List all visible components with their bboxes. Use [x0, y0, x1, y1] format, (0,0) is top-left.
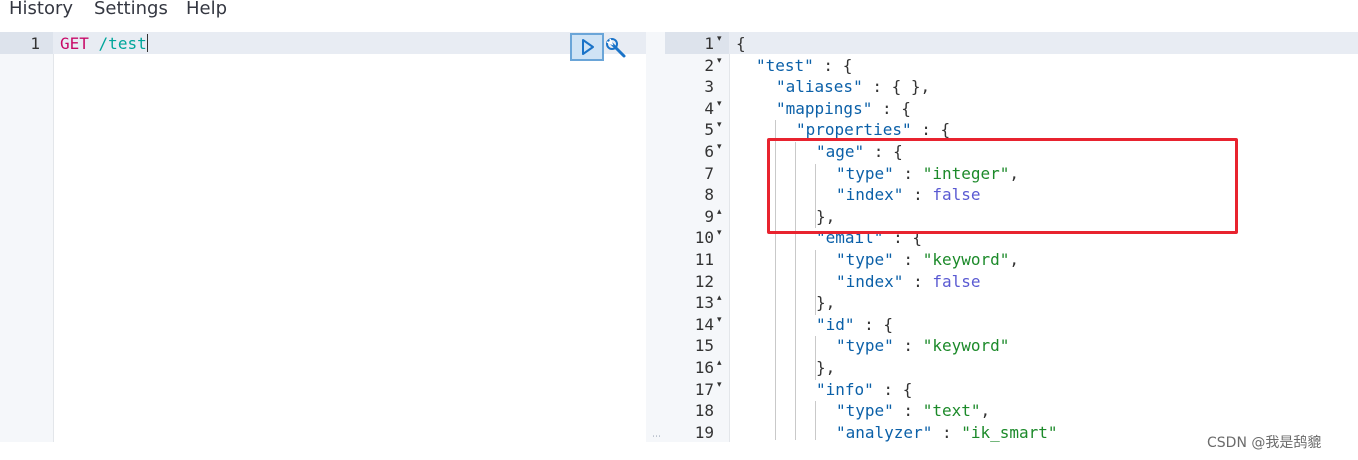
line-number: 5	[704, 120, 714, 140]
json-punctuation: ,	[1009, 250, 1020, 269]
json-line[interactable]: "analyzer" : "ik_smart"	[836, 423, 1058, 445]
json-line[interactable]: {	[736, 34, 746, 56]
json-line[interactable]: "mappings" : {	[776, 99, 911, 121]
json-line[interactable]: "info" : {	[816, 380, 912, 402]
json-punctuation: : {	[872, 98, 911, 118]
fold-toggle-icon[interactable]: ▾	[717, 56, 722, 66]
json-key: "aliases"	[776, 77, 863, 97]
json-key: "properties"	[796, 120, 912, 140]
json-punctuation: : {	[813, 55, 853, 75]
response-active-line	[665, 32, 1358, 54]
response-editor[interactable]: 1 ▾{2 ▾ "test" : {3 "aliases" : { }, 4 ▾ "mappi…	[665, 32, 1358, 442]
request-line[interactable]: GET /test	[60, 34, 148, 53]
menu-help[interactable]: Help	[186, 0, 227, 19]
json-key: "index"	[836, 271, 904, 291]
json-key: "id"	[816, 314, 855, 334]
json-line[interactable]: "type" : "keyword",	[836, 250, 1019, 272]
json-string: "text"	[922, 401, 981, 421]
json-key: "mappings"	[776, 98, 873, 118]
play-icon	[582, 39, 594, 55]
line-number: 11	[694, 250, 714, 269]
request-editor[interactable]: 1 GET /test	[0, 32, 646, 442]
line-number: 2	[704, 55, 714, 75]
wrench-icon	[606, 38, 626, 58]
unfold-marker-icon[interactable]: ▴	[717, 207, 722, 217]
json-key: "test"	[756, 55, 814, 75]
json-boolean: false	[932, 271, 981, 291]
json-string: "keyword"	[922, 336, 1010, 356]
json-punctuation: },	[816, 293, 836, 313]
json-key: "type"	[836, 250, 894, 269]
json-punctuation: :	[893, 336, 923, 356]
line-number: 8	[704, 185, 714, 205]
json-line[interactable]: "index" : false	[836, 272, 981, 294]
json-line[interactable]: },	[816, 293, 835, 315]
json-punctuation: :	[932, 422, 962, 442]
unfold-marker-icon[interactable]: ▴	[717, 293, 722, 303]
json-line[interactable]: },	[816, 358, 835, 380]
menu-settings[interactable]: Settings	[94, 0, 168, 19]
json-punctuation: : { },	[862, 77, 931, 97]
json-punctuation: :	[893, 250, 923, 269]
fold-toggle-icon[interactable]: ▾	[717, 380, 722, 390]
request-path: /test	[98, 34, 147, 53]
fold-toggle-icon[interactable]: ▾	[717, 120, 722, 130]
menu-history[interactable]: History	[9, 0, 73, 19]
request-method: GET	[60, 34, 89, 53]
fold-toggle-icon[interactable]: ▾	[717, 99, 722, 109]
line-number: 6	[704, 142, 714, 161]
line-number: 10	[694, 228, 714, 248]
json-punctuation: ,	[980, 401, 991, 421]
json-punctuation: },	[816, 358, 836, 377]
json-key: "type"	[836, 336, 894, 356]
line-number: 1	[704, 34, 714, 53]
json-punctuation: : {	[911, 120, 951, 140]
json-punctuation: {	[736, 34, 746, 53]
indent-guide	[815, 401, 816, 440]
line-number: 16	[694, 358, 714, 377]
json-line[interactable]: "type" : "text",	[836, 401, 990, 423]
run-request-button[interactable]	[570, 33, 604, 61]
line-number: 18	[694, 401, 714, 421]
json-punctuation: :	[893, 401, 923, 421]
json-line[interactable]: "type" : "keyword"	[836, 336, 1009, 358]
request-settings-button[interactable]	[604, 36, 628, 60]
text-cursor	[146, 34, 148, 52]
annotation-highlight-box	[767, 138, 1238, 234]
json-punctuation: : {	[854, 314, 894, 334]
json-string: "keyword"	[922, 250, 1010, 269]
panel-divider[interactable]	[646, 32, 665, 442]
json-punctuation: :	[903, 271, 933, 291]
request-line-number: 1	[30, 34, 40, 53]
line-number: 7	[704, 163, 714, 183]
unfold-marker-icon[interactable]: ▴	[717, 358, 722, 368]
fold-toggle-icon[interactable]: ▾	[717, 315, 722, 325]
watermark: CSDN @我是鸹貔	[1207, 435, 1322, 451]
json-key: "analyzer"	[836, 422, 933, 442]
line-number: 19	[694, 422, 714, 442]
line-number: 4	[704, 98, 714, 118]
json-line[interactable]: "aliases" : { },	[776, 77, 930, 99]
line-number: 12	[694, 271, 714, 291]
json-string: "ik_smart"	[961, 422, 1058, 442]
line-number: 17	[694, 379, 714, 399]
line-number: 14	[694, 314, 714, 334]
json-line[interactable]: "id" : {	[816, 315, 893, 337]
line-number: 15	[694, 336, 714, 356]
json-key: "info"	[816, 379, 874, 399]
fold-toggle-icon[interactable]: ▾	[717, 228, 722, 238]
line-number: 9	[704, 206, 714, 226]
json-key: "type"	[836, 401, 894, 421]
line-number: 13	[694, 293, 714, 313]
resize-handle-icon[interactable]: ⋯	[652, 432, 661, 442]
json-punctuation: : {	[873, 379, 913, 399]
request-gutter	[0, 32, 54, 442]
fold-toggle-icon[interactable]: ▾	[717, 142, 722, 152]
fold-toggle-icon[interactable]: ▾	[717, 34, 722, 44]
json-line[interactable]: "test" : {	[756, 56, 852, 78]
line-number: 3	[704, 77, 714, 97]
menu-bar: History Settings Help	[0, 0, 1358, 24]
